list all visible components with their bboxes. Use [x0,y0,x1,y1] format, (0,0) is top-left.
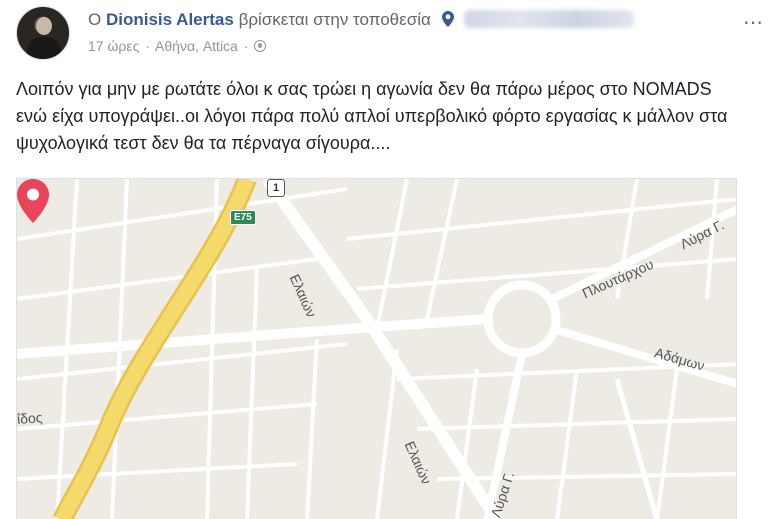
post-timestamp[interactable]: 17 ώρες [88,38,139,54]
author-name-link[interactable]: Dionisis Alertas [106,10,234,29]
location-map[interactable]: 1 E75 Ελαιών Ελαιών Πλουτάρχου Λύρα Γ. Α… [16,178,737,519]
more-options-icon[interactable]: ⋯ [743,10,764,35]
route-1-shield: 1 [267,179,285,197]
location-pin-icon [441,11,454,27]
blurred-place-link[interactable] [464,10,635,28]
post-location-link[interactable]: Αθήνα, Attica [155,38,238,54]
post-text: Λοιπόν για μην με ρωτάτε όλοι κ σας τρώε… [16,79,728,153]
post-title-line: Ο Dionisis Alertas βρίσκεται στην τοποθε… [88,10,635,30]
post-header: Ο Dionisis Alertas βρίσκεται στην τοποθε… [16,6,766,62]
meta-separator-2: · [243,38,249,54]
facebook-post: Ο Dionisis Alertas βρίσκεται στην τοποθε… [0,0,780,519]
avatar[interactable] [16,6,70,60]
avatar-head [36,17,52,35]
map-pin-icon[interactable] [17,179,49,223]
post-meta: 17 ώρες · Αθήνα, Attica · [88,38,268,54]
avatar-body [27,37,61,59]
map-label-idos: ΐδος [16,409,43,427]
title-prefix: Ο [88,10,102,29]
e75-shield: E75 [230,210,256,225]
meta-separator: · [145,38,150,54]
globe-icon[interactable] [254,40,267,52]
checkin-action-text: βρίσκεται στην τοποθεσία [238,10,431,29]
map-roads [17,179,736,519]
